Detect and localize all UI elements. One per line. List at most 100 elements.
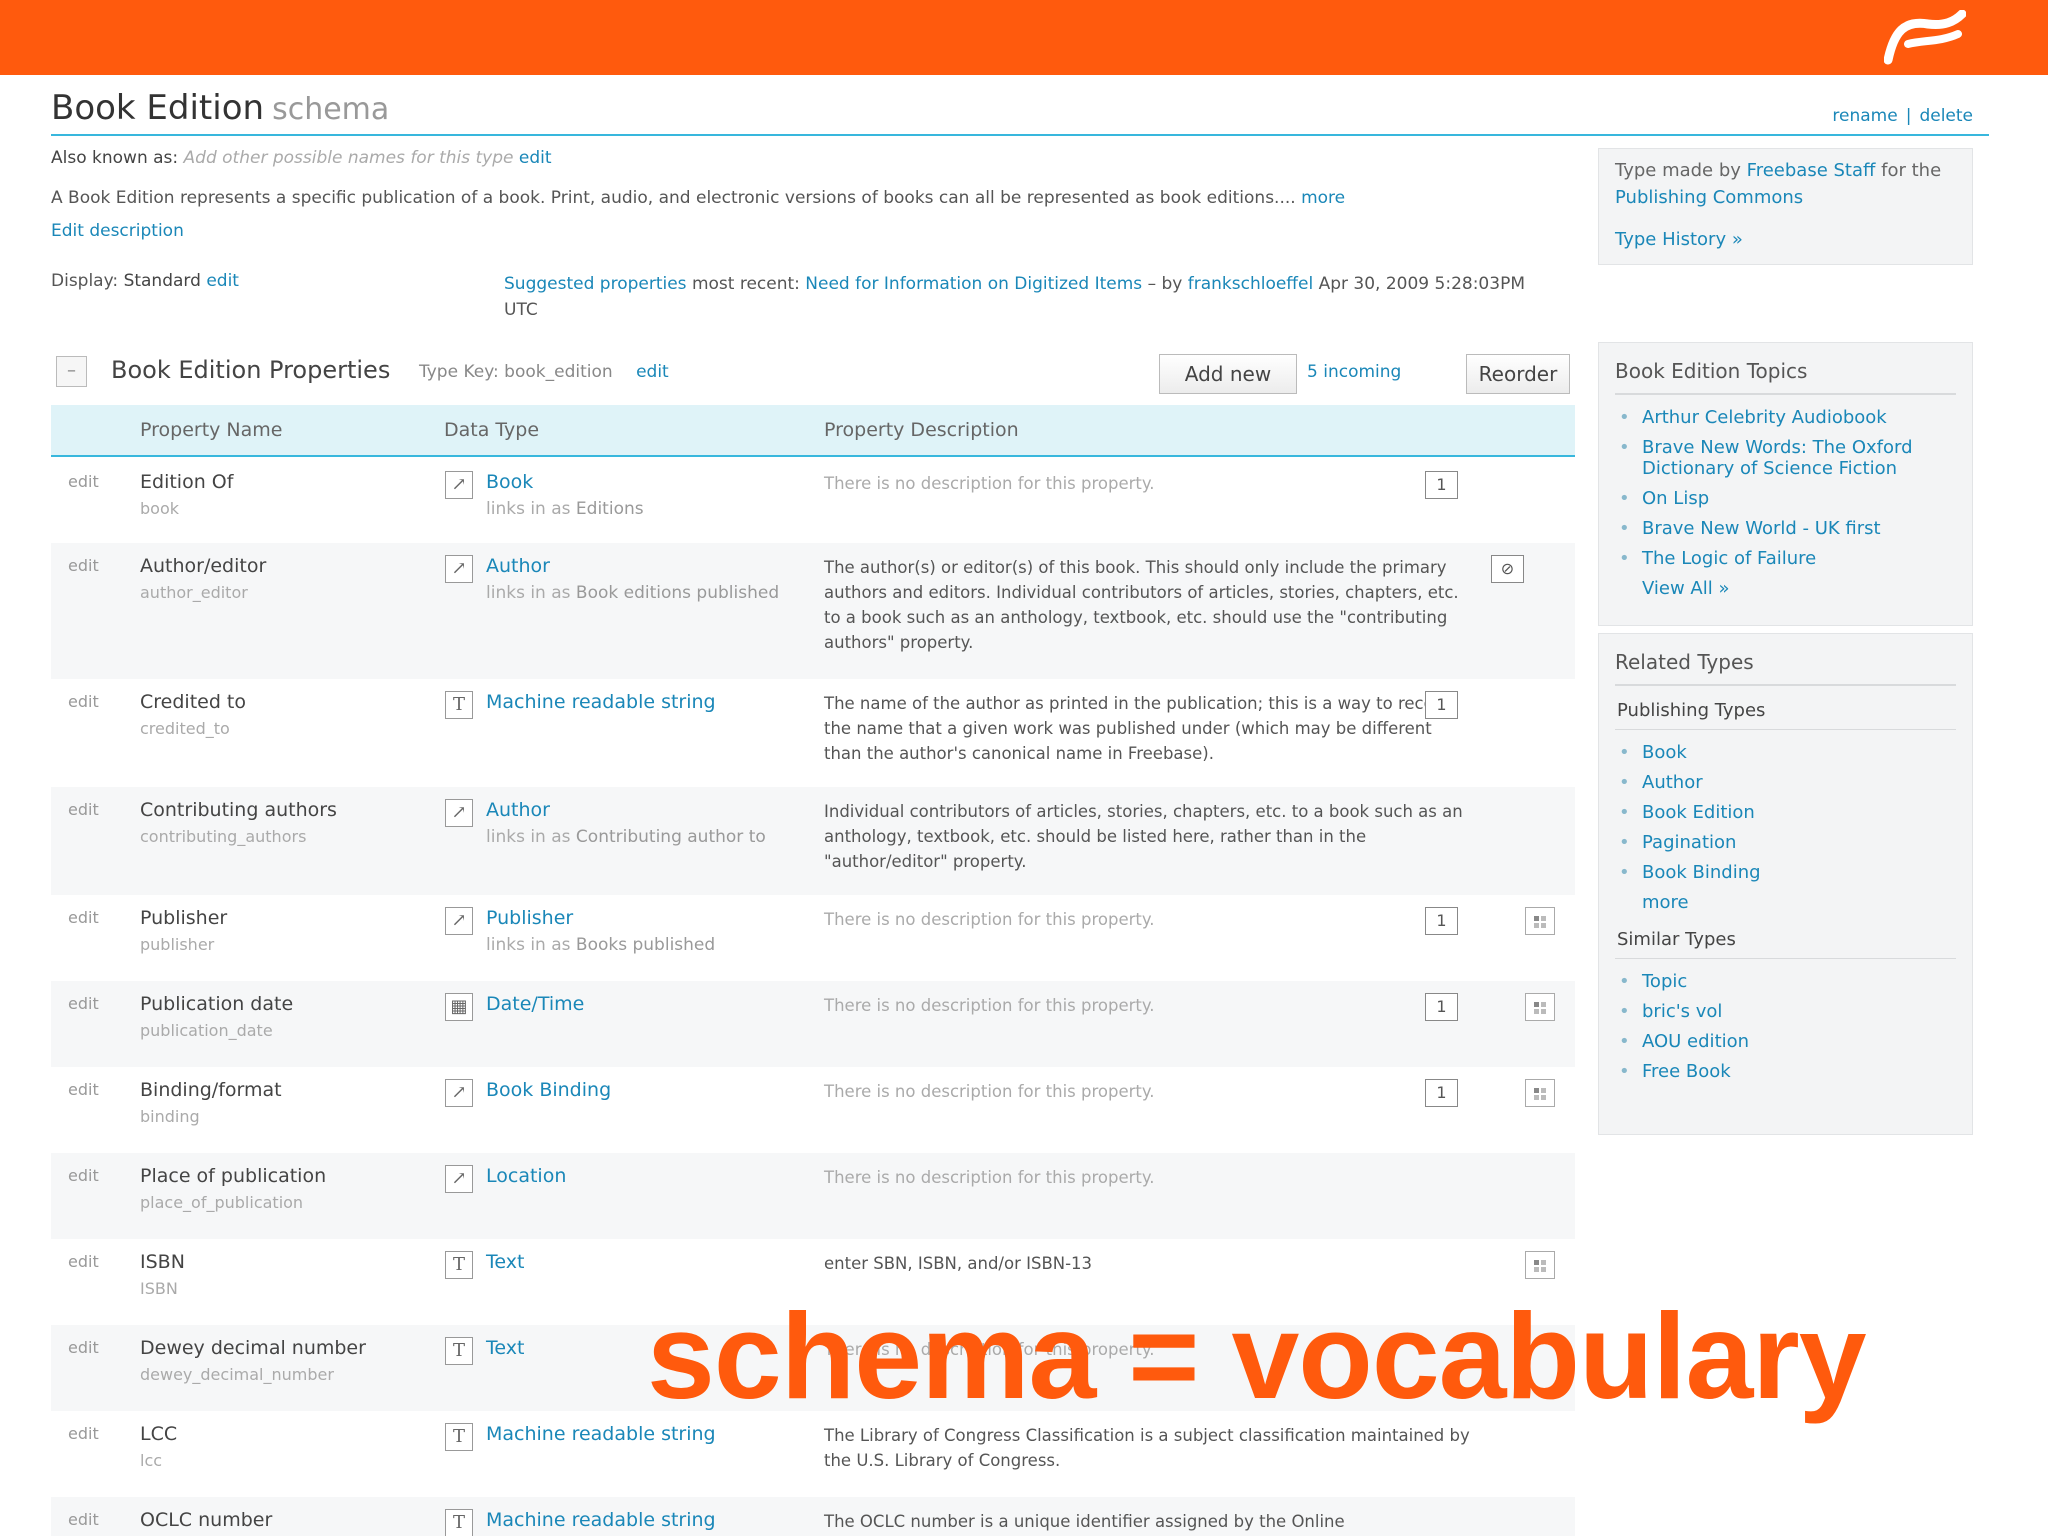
data-type-link[interactable]: Author [486,799,550,821]
data-type-link[interactable]: Location [486,1165,566,1187]
display-toggle-icon[interactable] [1525,907,1555,935]
related-type-link[interactable]: Book Edition [1615,802,1956,823]
type-history-link[interactable]: Type History » [1615,226,1956,253]
unique-badge[interactable]: 1 [1425,691,1458,719]
incoming-link[interactable]: 5 incoming [1307,362,1401,382]
publishing-types-title: Publishing Types [1615,686,1956,730]
topic-link[interactable]: On Lisp [1615,488,1956,509]
topic-link[interactable]: The Logic of Failure [1615,548,1956,569]
row-edit-link[interactable]: edit [68,692,99,711]
properties-panel-header: – Book Edition Properties Type Key: book… [51,346,1575,404]
related-type-link[interactable]: Author [1615,772,1956,793]
text-type-icon: T [445,1251,473,1279]
data-type-link[interactable]: Text [486,1251,524,1273]
table-row: edit Publication date publication_date ▦… [51,981,1575,1067]
data-type-link[interactable]: Text [486,1337,524,1359]
data-type-link[interactable]: Publisher [486,907,573,929]
topics-list: Arthur Celebrity Audiobook Brave New Wor… [1615,395,1956,569]
slide-caption: schema = vocabulary [647,1288,1867,1424]
unique-badge[interactable]: 1 [1425,907,1458,935]
data-type-link[interactable]: Book Binding [486,1079,611,1101]
similar-type-link[interactable]: AOU edition [1615,1031,1956,1052]
more-link[interactable]: more [1615,892,1956,913]
related-type-link[interactable]: Book [1615,742,1956,763]
property-name: Credited to [140,691,247,713]
table-row: edit Contributing authors contributing_a… [51,787,1575,895]
suggested-title-link[interactable]: Need for Information on Digitized Items [805,274,1142,294]
suggested-properties: Suggested properties most recent: Need f… [504,271,1525,323]
property-description: There is no description for this propert… [824,910,1155,929]
aka-edit-link[interactable]: edit [519,148,552,168]
data-type-link[interactable]: Machine readable string [486,1423,716,1445]
row-edit-link[interactable]: edit [68,1424,99,1443]
topic-link[interactable]: Brave New Words: The Oxford Dictionary o… [1615,437,1956,479]
type-key-edit-link[interactable]: edit [636,362,669,382]
type-description: A Book Edition represents a specific pub… [51,188,1345,208]
suggested-properties-link[interactable]: Suggested properties [504,274,687,294]
property-key: lcc [140,1451,163,1470]
type-author-link[interactable]: Freebase Staff [1747,160,1876,181]
similar-type-link[interactable]: Topic [1615,971,1956,992]
property-name: Publication date [140,993,294,1015]
row-edit-link[interactable]: edit [68,1166,99,1185]
table-row: edit Edition Of book ↗ Book links in as … [51,459,1575,543]
data-type-link[interactable]: Machine readable string [486,1509,716,1531]
links-prefix: links in as [486,583,571,603]
data-type-link[interactable]: Date/Time [486,993,584,1015]
related-type-link[interactable]: Pagination [1615,832,1956,853]
link-type-icon: ↗ [445,1165,473,1193]
master-delegate-icon[interactable]: ⊘ [1491,555,1524,583]
row-edit-link[interactable]: edit [68,1510,99,1529]
row-edit-link[interactable]: edit [68,1080,99,1099]
collapse-toggle[interactable]: – [56,356,87,387]
aka-placeholder: Add other possible names for this type [183,148,514,168]
view-all-link[interactable]: View All » [1615,578,1956,599]
display-toggle-icon[interactable] [1525,1251,1555,1279]
property-key: binding [140,1107,200,1126]
unique-badge[interactable]: 1 [1425,471,1458,499]
row-edit-link[interactable]: edit [68,800,99,819]
display-toggle-icon[interactable] [1525,1079,1555,1107]
unique-badge[interactable]: 1 [1425,1079,1458,1107]
link-type-icon: ↗ [445,907,473,935]
similar-types-list: Topic bric's vol AOU edition Free Book [1615,959,1956,1082]
row-edit-link[interactable]: edit [68,1338,99,1357]
row-edit-link[interactable]: edit [68,1252,99,1271]
reverse-property-name: Contributing author to [575,827,766,847]
similar-type-link[interactable]: bric's vol [1615,1001,1956,1022]
reverse-property: links in as Editions [486,499,644,519]
unique-badge[interactable]: 1 [1425,993,1458,1021]
related-type-link[interactable]: Book Binding [1615,862,1956,883]
property-description: The Library of Congress Classification i… [824,1426,1470,1470]
edit-description-link[interactable]: Edit description [51,221,184,241]
row-edit-link[interactable]: edit [68,994,99,1013]
rename-link[interactable]: rename [1832,106,1897,126]
related-title: Related Types [1615,634,1956,686]
header-actions: rename | delete [1832,106,1973,126]
suggested-date: Apr 30, 2009 5:28:03PM [1318,274,1525,294]
data-type-link[interactable]: Book [486,471,533,493]
row-edit-link[interactable]: edit [68,472,99,491]
similar-type-link[interactable]: Free Book [1615,1061,1956,1082]
reorder-button[interactable]: Reorder [1466,354,1570,394]
topic-link[interactable]: Brave New World - UK first [1615,518,1956,539]
property-description: Individual contributors of articles, sto… [824,802,1463,871]
aka-label: Also known as: [51,148,179,168]
description-text: A Book Edition represents a specific pub… [51,188,1296,208]
suggested-user-link[interactable]: frankschloeffel [1188,274,1313,294]
row-edit-link[interactable]: edit [68,908,99,927]
delete-link[interactable]: delete [1919,106,1973,126]
description-more-link[interactable]: more [1301,188,1345,208]
add-new-button[interactable]: Add new [1159,354,1297,394]
type-key: Type Key: book_edition edit [419,362,669,382]
topic-link[interactable]: Arthur Celebrity Audiobook [1615,407,1956,428]
data-type-link[interactable]: Author [486,555,550,577]
type-info-box: Type made by Freebase Staff for the Publ… [1598,148,1973,265]
data-type-link[interactable]: Machine readable string [486,691,716,713]
topics-box: Book Edition Topics Arthur Celebrity Aud… [1598,342,1973,626]
display-edit-link[interactable]: edit [206,271,239,291]
top-bar [0,0,2048,75]
row-edit-link[interactable]: edit [68,556,99,575]
display-toggle-icon[interactable] [1525,993,1555,1021]
domain-link[interactable]: Publishing Commons [1615,187,1803,208]
